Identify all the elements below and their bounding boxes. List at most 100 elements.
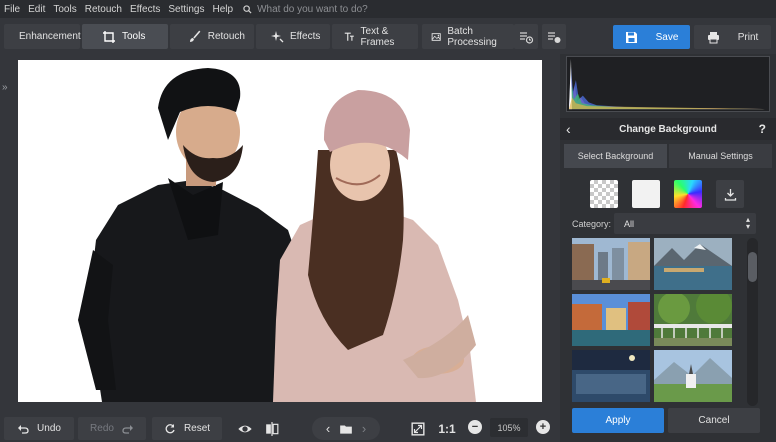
menu-retouch[interactable]: Retouch bbox=[85, 4, 122, 15]
plus-icon: + bbox=[539, 420, 547, 433]
zoom-in-button[interactable]: + bbox=[536, 420, 550, 434]
preview-button[interactable] bbox=[234, 417, 256, 440]
thumbnail-mountain-church[interactable] bbox=[654, 350, 732, 402]
thumbnail-lake-mountains[interactable] bbox=[654, 238, 732, 290]
mode-tabs: Enhancement Tools Retouch Effects Text &… bbox=[4, 24, 514, 49]
save-label: Save bbox=[655, 31, 679, 43]
tab-label: Batch Processing bbox=[447, 25, 497, 48]
couple-photo bbox=[78, 68, 476, 402]
sparkle-icon bbox=[271, 30, 284, 42]
back-arrow-icon[interactable]: ‹ bbox=[566, 122, 578, 136]
prev-image-icon[interactable]: ‹ bbox=[317, 421, 339, 436]
photo-canvas[interactable] bbox=[18, 60, 542, 402]
tab-select-background[interactable]: Select Background bbox=[564, 144, 667, 168]
category-label: Category: bbox=[572, 219, 612, 229]
minus-icon: − bbox=[471, 420, 479, 433]
undo-icon bbox=[18, 424, 29, 434]
search-input[interactable]: What do you want to do? bbox=[257, 4, 368, 15]
tab-effects[interactable]: Effects bbox=[256, 24, 330, 49]
zoom-level[interactable]: 105% bbox=[490, 418, 528, 437]
reset-button[interactable]: Reset bbox=[152, 417, 222, 440]
reset-icon bbox=[165, 423, 175, 433]
cancel-button[interactable]: Cancel bbox=[668, 408, 760, 433]
undo-button[interactable]: Undo bbox=[4, 417, 74, 440]
tab-label: Text & Frames bbox=[360, 25, 395, 48]
gradient-background-option[interactable] bbox=[674, 180, 702, 208]
printer-icon bbox=[707, 31, 719, 43]
solid-color-background-option[interactable] bbox=[632, 180, 660, 208]
tab-tools[interactable]: Tools bbox=[82, 24, 168, 49]
compare-button[interactable] bbox=[262, 417, 282, 440]
transparent-background-option[interactable] bbox=[590, 180, 618, 208]
compare-settings-button[interactable] bbox=[514, 24, 538, 49]
zoom-out-button[interactable]: − bbox=[468, 420, 482, 434]
thumbnail-night-city[interactable] bbox=[572, 350, 650, 402]
floppy-disk-icon bbox=[625, 31, 637, 43]
redo-label: Redo bbox=[90, 423, 114, 434]
load-background-button[interactable] bbox=[716, 180, 744, 208]
redo-button[interactable]: Redo bbox=[78, 417, 146, 440]
redo-icon bbox=[122, 424, 133, 434]
thumbnail-city-street[interactable] bbox=[572, 238, 650, 290]
photo-editor-window: File Edit Tools Retouch Effects Settings… bbox=[0, 0, 776, 442]
images-icon bbox=[431, 32, 441, 41]
text-icon bbox=[344, 32, 354, 41]
tab-label: Retouch bbox=[207, 31, 245, 42]
download-icon bbox=[724, 188, 736, 201]
undo-label: Undo bbox=[37, 423, 61, 434]
tab-manual-settings[interactable]: Manual Settings bbox=[669, 144, 772, 168]
crop-icon bbox=[103, 30, 115, 43]
tab-label: Effects bbox=[290, 31, 321, 42]
tab-retouch[interactable]: Retouch bbox=[170, 24, 254, 49]
help-icon[interactable]: ? bbox=[759, 122, 766, 136]
eye-icon bbox=[238, 425, 252, 432]
image-navigation: ‹ › bbox=[312, 417, 380, 440]
gallery-scrollbar[interactable] bbox=[747, 238, 758, 406]
panel-title: Change Background bbox=[560, 118, 776, 140]
tab-enhancement[interactable]: Enhancement bbox=[4, 24, 81, 49]
search-box[interactable]: What do you want to do? bbox=[243, 4, 368, 15]
thumbnail-canal-town[interactable] bbox=[572, 294, 650, 346]
category-value: All bbox=[624, 218, 635, 229]
tab-label: Tools bbox=[122, 31, 146, 42]
menu-edit[interactable]: Edit bbox=[28, 4, 45, 15]
print-label: Print bbox=[737, 31, 759, 43]
menu-tools[interactable]: Tools bbox=[53, 4, 76, 15]
settings-history-icon bbox=[520, 31, 534, 44]
settings-clock-icon bbox=[548, 31, 561, 43]
apply-button[interactable]: Apply bbox=[572, 408, 664, 433]
scrollbar-thumb[interactable] bbox=[748, 252, 757, 282]
actual-size-label: 1:1 bbox=[438, 421, 456, 436]
next-image-icon[interactable]: › bbox=[353, 421, 375, 436]
menu-settings[interactable]: Settings bbox=[168, 4, 204, 15]
thumbnail-park-bridge[interactable] bbox=[654, 294, 732, 346]
histogram-graph bbox=[568, 58, 766, 110]
actual-size-button[interactable]: 1:1 bbox=[436, 417, 458, 440]
search-icon bbox=[243, 4, 252, 14]
menu-help[interactable]: Help bbox=[213, 4, 234, 15]
split-view-icon bbox=[266, 421, 279, 436]
tab-label: Enhancement bbox=[19, 31, 81, 42]
folder-icon[interactable] bbox=[339, 422, 353, 436]
brush-icon bbox=[189, 30, 201, 42]
menu-bar: File Edit Tools Retouch Effects Settings… bbox=[0, 0, 776, 18]
menu-effects[interactable]: Effects bbox=[130, 4, 160, 15]
category-select[interactable]: All ▴ ▾ bbox=[614, 213, 756, 234]
menu-file[interactable]: File bbox=[4, 4, 20, 15]
dropdown-arrows-icon: ▴ ▾ bbox=[745, 215, 750, 231]
background-gallery bbox=[572, 238, 734, 404]
tab-batch-processing[interactable]: Batch Processing bbox=[422, 24, 514, 49]
fit-screen-icon bbox=[411, 421, 425, 436]
save-button[interactable]: Save bbox=[613, 25, 690, 49]
print-button[interactable]: Print bbox=[694, 25, 771, 49]
canvas-area: » bbox=[0, 54, 558, 414]
history-button[interactable] bbox=[542, 24, 566, 49]
tab-text-frames[interactable]: Text & Frames bbox=[332, 24, 418, 49]
right-panel: Change Background ‹ ? Select Background … bbox=[560, 54, 776, 442]
expand-panel-icon[interactable]: » bbox=[2, 82, 14, 94]
background-tabs: Select Background Manual Settings bbox=[564, 144, 772, 168]
histogram bbox=[566, 56, 770, 112]
background-options bbox=[590, 180, 744, 208]
fit-to-screen-button[interactable] bbox=[408, 417, 428, 440]
reset-label: Reset bbox=[183, 423, 211, 434]
